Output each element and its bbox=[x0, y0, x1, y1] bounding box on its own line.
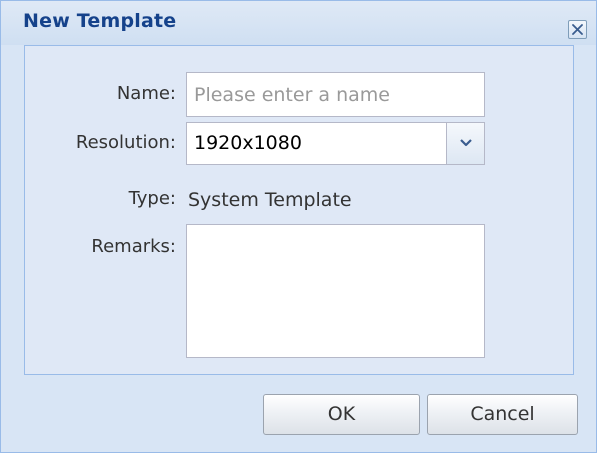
chevron-down-icon bbox=[460, 139, 472, 147]
close-button[interactable] bbox=[568, 20, 587, 39]
name-label: Name: bbox=[116, 83, 176, 104]
new-template-dialog: New Template Name: Resolution: 1920x1080… bbox=[0, 0, 597, 453]
remarks-field[interactable] bbox=[186, 224, 485, 358]
dialog-titlebar: New Template bbox=[1, 1, 596, 45]
name-input[interactable] bbox=[186, 72, 485, 117]
resolution-dropdown-trigger[interactable] bbox=[446, 123, 484, 164]
resolution-select[interactable]: 1920x1080 bbox=[186, 122, 485, 165]
ok-button[interactable]: OK bbox=[263, 394, 420, 435]
remarks-label: Remarks: bbox=[91, 236, 176, 257]
type-label: Type: bbox=[128, 188, 176, 209]
cancel-button[interactable]: Cancel bbox=[427, 394, 578, 435]
type-value: System Template bbox=[188, 189, 352, 211]
dialog-title: New Template bbox=[23, 10, 177, 32]
close-icon bbox=[572, 24, 583, 35]
resolution-label: Resolution: bbox=[75, 132, 176, 153]
resolution-value: 1920x1080 bbox=[194, 132, 302, 154]
